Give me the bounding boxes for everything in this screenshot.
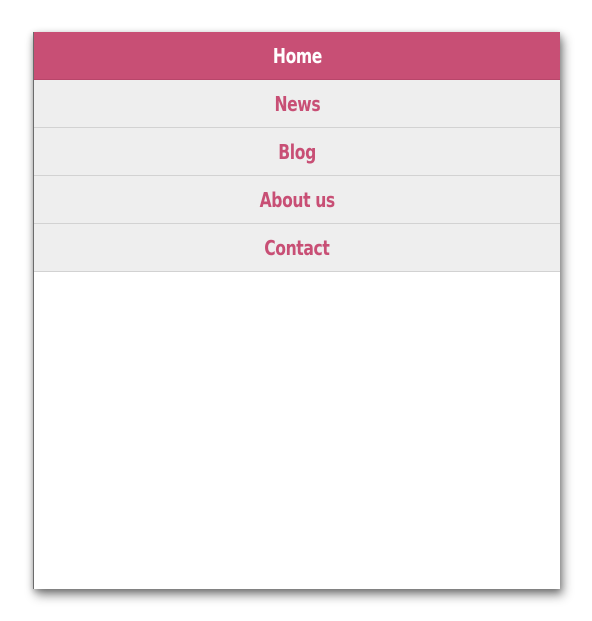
- nav-item-contact[interactable]: Contact: [34, 224, 560, 272]
- nav-item-news[interactable]: News: [34, 80, 560, 128]
- menu-panel: Home News Blog About us Contact: [33, 32, 560, 589]
- nav-menu: Home News Blog About us Contact: [34, 32, 560, 272]
- nav-item-label: Blog: [278, 140, 316, 164]
- nav-item-home[interactable]: Home: [34, 32, 560, 80]
- nav-item-blog[interactable]: Blog: [34, 128, 560, 176]
- nav-item-label: Home: [272, 44, 322, 68]
- nav-item-label: News: [274, 92, 320, 116]
- page: Home News Blog About us Contact: [0, 0, 592, 621]
- nav-item-label: Contact: [264, 236, 330, 260]
- nav-item-about-us[interactable]: About us: [34, 176, 560, 224]
- nav-item-label: About us: [259, 188, 335, 212]
